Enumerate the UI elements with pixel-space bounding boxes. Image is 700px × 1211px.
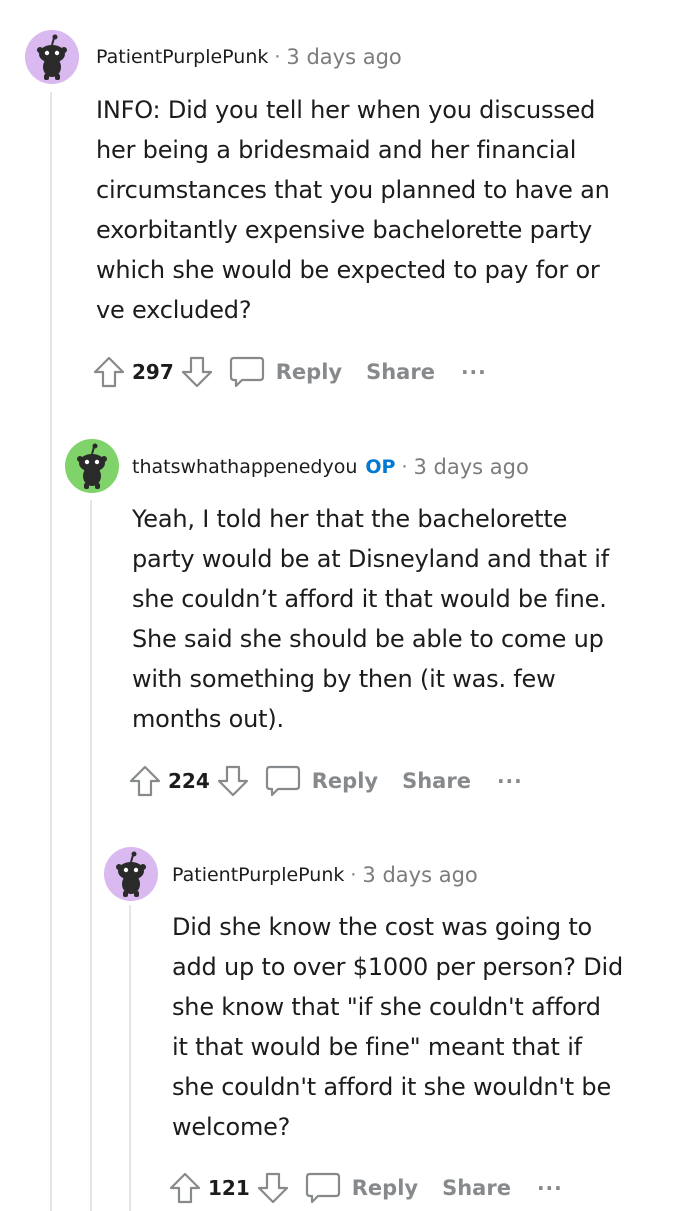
downvote-icon[interactable] xyxy=(216,764,250,798)
comment-bubble-icon[interactable] xyxy=(264,763,302,799)
upvote-icon[interactable] xyxy=(92,355,126,389)
snoo-avatar-icon xyxy=(104,847,158,901)
reply-button[interactable]: Reply xyxy=(276,360,342,384)
comment-body: INFO: Did you tell her when you discusse… xyxy=(96,96,610,324)
vote-score: 297 xyxy=(132,360,174,384)
comment-body: Did she know the cost was going to add u… xyxy=(172,913,624,1141)
comment-bubble-icon[interactable] xyxy=(304,1170,342,1206)
downvote-icon[interactable] xyxy=(256,1171,290,1205)
reply-button[interactable]: Reply xyxy=(312,769,378,793)
comment-timestamp[interactable]: 3 days ago xyxy=(413,455,528,479)
meta-separator: · xyxy=(401,456,408,478)
comment-body: Yeah, I told her that the bachelorette p… xyxy=(132,505,610,733)
downvote-icon[interactable] xyxy=(180,355,214,389)
comment-bubble-icon[interactable] xyxy=(228,354,266,390)
user-avatar[interactable] xyxy=(25,30,79,84)
comment-username[interactable]: PatientPurplePunk xyxy=(172,864,344,886)
more-options-icon[interactable]: ··· xyxy=(537,1176,563,1200)
comment-timestamp[interactable]: 3 days ago xyxy=(286,45,401,69)
comment-username[interactable]: thatswhathappenedyou xyxy=(132,456,357,478)
vote-score: 224 xyxy=(168,769,210,793)
thread-line-2[interactable] xyxy=(90,500,92,1211)
share-button[interactable]: Share xyxy=(442,1176,511,1200)
upvote-icon[interactable] xyxy=(128,764,162,798)
comment-username[interactable]: PatientPurplePunk xyxy=(96,46,268,68)
more-options-icon[interactable]: ··· xyxy=(461,360,487,384)
user-avatar[interactable] xyxy=(65,439,119,493)
share-button[interactable]: Share xyxy=(402,769,471,793)
share-button[interactable]: Share xyxy=(366,360,435,384)
meta-separator: · xyxy=(350,864,357,886)
user-avatar[interactable] xyxy=(104,847,158,901)
snoo-avatar-icon xyxy=(25,30,79,84)
meta-separator: · xyxy=(274,46,281,68)
op-badge: OP xyxy=(365,456,396,478)
comment-timestamp[interactable]: 3 days ago xyxy=(362,863,477,887)
thread-line-1[interactable] xyxy=(50,92,52,1211)
upvote-icon[interactable] xyxy=(168,1171,202,1205)
vote-score: 121 xyxy=(208,1176,250,1200)
reply-button[interactable]: Reply xyxy=(352,1176,418,1200)
snoo-avatar-icon xyxy=(65,439,119,493)
more-options-icon[interactable]: ··· xyxy=(497,769,523,793)
thread-line-3[interactable] xyxy=(129,905,131,1211)
